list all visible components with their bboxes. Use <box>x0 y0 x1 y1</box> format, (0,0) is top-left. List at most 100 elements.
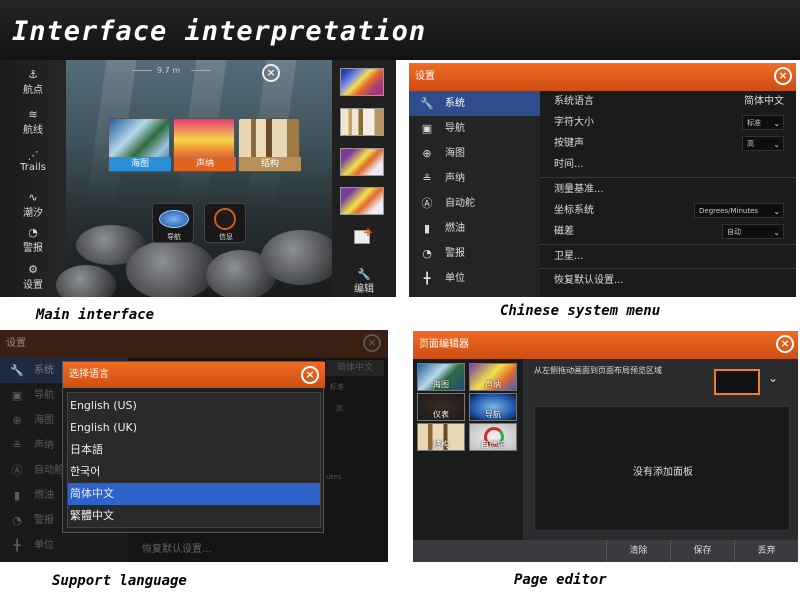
close-icon[interactable]: × <box>301 366 319 384</box>
setting-row-satellites[interactable]: 卫星... <box>540 246 796 267</box>
setting-row-time[interactable]: 时间... <box>540 154 796 175</box>
tile-chart[interactable]: 海图 <box>417 363 465 391</box>
nav-item-system[interactable]: 🔧 系统 <box>409 91 540 116</box>
close-icon[interactable]: × <box>262 64 280 82</box>
app-tile-sonar[interactable]: 声纳 <box>173 118 236 172</box>
setting-row-key-beep[interactable]: 按键声 高 ⌄ <box>540 133 796 154</box>
sidebar-item-waypoint[interactable]: ⚓ 航点 <box>0 69 66 96</box>
app-tile-chart[interactable]: 海图 <box>108 118 171 172</box>
depth-label: 9.7 m <box>157 66 181 75</box>
layout-preview[interactable]: 没有添加面板 <box>534 406 790 531</box>
editor-hint: 从左侧拖动画面到页面布局预览区域 <box>534 366 662 375</box>
nav-item-units[interactable]: ╋ 单位 <box>409 266 540 291</box>
setting-row-restore-defaults[interactable]: 恢复默认设置... <box>540 270 796 291</box>
font-size-dropdown[interactable]: 标准 ⌄ <box>742 115 784 130</box>
sidebar-item-trails[interactable]: ⋰ Trails <box>0 150 66 173</box>
mini-app-info[interactable]: 信息 <box>204 203 246 243</box>
main-interface-panel: ⚓ 航点 ≋ 航线 ⋰ Trails ∿ 潮汐 ◔ 警报 ⚙ 设置 9.7 m … <box>0 60 396 297</box>
wrench-icon: 🔧 <box>420 97 434 110</box>
language-option[interactable]: 繁體中文 <box>68 505 320 527</box>
gear-icon: ⚙ <box>28 263 38 276</box>
close-icon: × <box>363 334 381 352</box>
page-thumbnail[interactable] <box>340 148 384 176</box>
page-thumbnail[interactable] <box>340 187 384 215</box>
key-beep-dropdown[interactable]: 高 ⌄ <box>742 136 784 151</box>
language-option[interactable]: 한국어 <box>68 461 320 483</box>
caption-support-language: Support language <box>52 573 187 589</box>
navigation-icon: ▣ <box>11 389 23 402</box>
gauge-icon <box>214 208 236 230</box>
units-icon: ╋ <box>13 539 21 552</box>
language-option-selected[interactable]: 简体中文 <box>68 483 320 505</box>
sidebar-item-alarm[interactable]: ◔ 警报 <box>0 227 66 254</box>
language-option[interactable]: English (UK) <box>68 417 320 439</box>
language-panel: 设置 × 🔧 系统 ▣ 导航 ⊕ 海图 ≗ 声纳 Ⓐ 自动舵 ▮ 燃油 ◔ 警报 ╋ 单位 简体… <box>0 330 388 562</box>
language-option[interactable]: 日本語 <box>68 439 320 461</box>
setting-row-font-size[interactable]: 字符大小 标准 ⌄ <box>540 112 796 133</box>
main-sidebar: ⚓ 航点 ≋ 航线 ⋰ Trails ∿ 潮汐 ◔ 警报 ⚙ 设置 <box>0 60 66 297</box>
clear-button[interactable]: 清除 <box>606 540 670 562</box>
nav-item-chart[interactable]: ⊕ 海图 <box>409 141 540 166</box>
main-right-bar: + 🔧 编辑 <box>332 60 396 297</box>
settings-content: 系统语言 简体中文 字符大小 标准 ⌄ 按键声 高 ⌄ 时间... 测量基准... 坐… <box>540 91 796 297</box>
sidebar-item-route[interactable]: ≋ 航线 <box>0 109 66 136</box>
settings-header-dimmed: 设置 <box>0 330 388 358</box>
settings-nav: 🔧 系统 ▣ 导航 ⊕ 海图 ≗ 声纳 Ⓐ 自动舵 ▮ 燃油 ◔ 警报 ╋ 单位 <box>409 91 540 297</box>
tile-autopilot[interactable]: 自动舵 <box>469 423 517 451</box>
system-menu-panel: 设置 × 🔧 系统 ▣ 导航 ⊕ 海图 ≗ 声纳 Ⓐ 自动舵 ▮ 燃油 ◔ 警报 ╋ 单位 系统… <box>409 63 796 297</box>
alarm-icon: ◔ <box>422 247 432 260</box>
alarm-icon: ◔ <box>12 514 22 527</box>
bg-value: 标准 <box>330 383 344 391</box>
bg-restore-defaults: 恢复默认设置... <box>142 544 212 555</box>
tile-sonar[interactable]: 声纳 <box>469 363 517 391</box>
add-page-icon[interactable]: + <box>354 225 373 244</box>
chevron-down-icon[interactable]: ⌄ <box>768 371 778 385</box>
underwater-background: 9.7 m × 海图 声纳 结构 导航 信息 <box>56 60 341 297</box>
coord-system-dropdown[interactable]: Degrees/Minutes ⌄ <box>694 203 784 218</box>
autopilot-icon: Ⓐ <box>421 197 433 210</box>
settings-header: 设置 <box>409 63 796 91</box>
compass-icon <box>159 210 189 228</box>
setting-row-magnetic-variation[interactable]: 磁差 自动 ⌄ <box>540 221 796 242</box>
panel-tiles: 海图 声纳 仪表 导航 结构 自动舵 <box>413 359 523 547</box>
bg-value: utes <box>326 473 342 481</box>
nav-item-sonar[interactable]: ≗ 声纳 <box>409 166 540 191</box>
tile-navigation[interactable]: 导航 <box>469 393 517 421</box>
caption-page-editor: Page editor <box>514 572 607 588</box>
app-tile-label: 结构 <box>239 157 301 171</box>
save-button[interactable]: 保存 <box>670 540 734 562</box>
app-tile-label: 海图 <box>109 157 171 171</box>
page-thumbnail[interactable] <box>340 108 384 136</box>
app-tile-structure[interactable]: 结构 <box>238 118 301 172</box>
edit-button[interactable]: 🔧 编辑 <box>332 268 396 295</box>
language-option[interactable]: English (US) <box>68 395 320 417</box>
sonar-icon: ≗ <box>12 439 22 452</box>
tile-structure[interactable]: 结构 <box>417 423 465 451</box>
magnetic-variation-dropdown[interactable]: 自动 ⌄ <box>722 224 784 239</box>
fuel-icon: ▮ <box>423 222 431 235</box>
language-list: English (US) English (UK) 日本語 한국어 简体中文 繁… <box>67 392 321 528</box>
setting-row-language[interactable]: 系统语言 简体中文 <box>540 91 796 112</box>
discard-button[interactable]: 丢弃 <box>734 540 798 562</box>
nav-item-fuel[interactable]: ▮ 燃油 <box>409 216 540 241</box>
mini-app-navigation[interactable]: 导航 <box>152 203 194 243</box>
tile-gauges[interactable]: 仪表 <box>417 393 465 421</box>
dialog-title: 选择语言 <box>63 362 325 388</box>
setting-row-datum[interactable]: 测量基准... <box>540 179 796 200</box>
page-editor-panel: 页面编辑器 × 海图 声纳 仪表 导航 结构 自动舵 从左侧拖动画面到页面布局预… <box>413 331 798 562</box>
fuel-icon: ▮ <box>13 489 21 502</box>
page-editor-header: 页面编辑器 <box>413 331 798 359</box>
globe-icon: ⊕ <box>12 414 22 427</box>
tide-icon: ∿ <box>28 191 38 204</box>
close-icon[interactable]: × <box>776 335 794 353</box>
setting-row-coord-system[interactable]: 坐标系统 Degrees/Minutes ⌄ <box>540 200 796 221</box>
nav-item-navigation[interactable]: ▣ 导航 <box>409 116 540 141</box>
page-thumbnail[interactable] <box>340 68 384 96</box>
editor-footer: 清除 保存 丢弃 <box>413 540 798 562</box>
nav-item-autopilot[interactable]: Ⓐ 自动舵 <box>409 191 540 216</box>
wrench-icon: 🔧 <box>357 268 371 281</box>
sidebar-item-tide[interactable]: ∿ 潮汐 <box>0 191 66 219</box>
close-icon[interactable]: × <box>774 67 792 85</box>
nav-item-alarm[interactable]: ◔ 警报 <box>409 241 540 266</box>
layout-selector[interactable] <box>714 369 760 395</box>
